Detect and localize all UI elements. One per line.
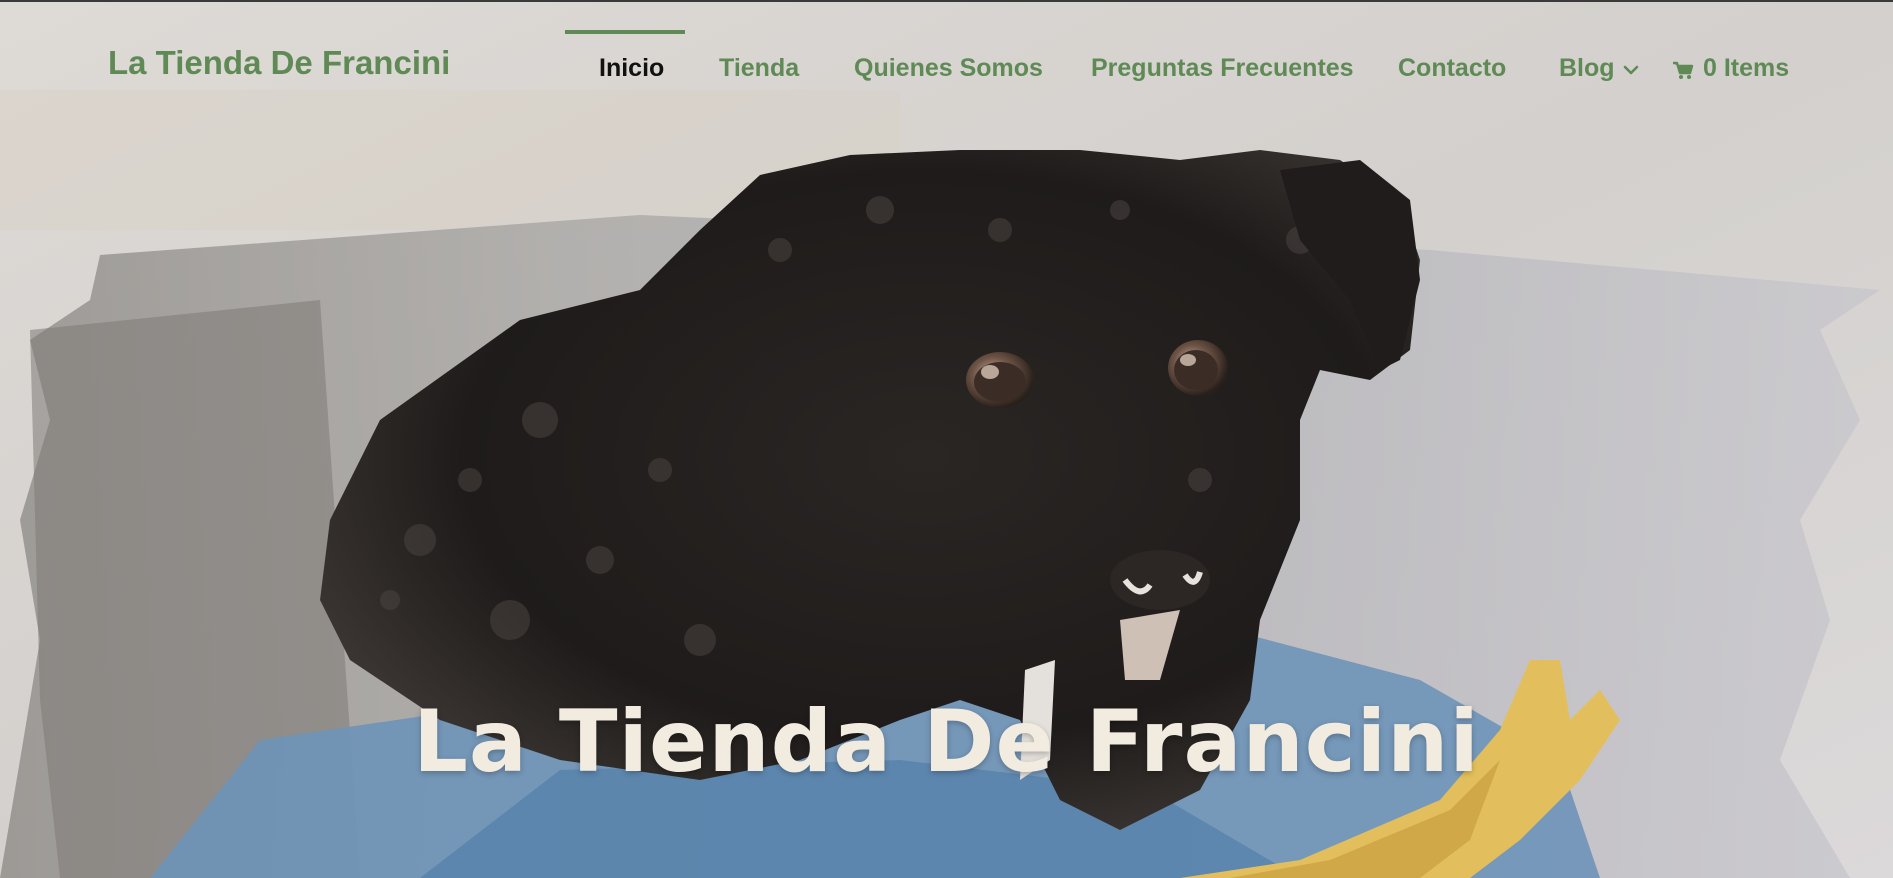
active-nav-indicator	[565, 30, 685, 34]
nav-item-inicio[interactable]: Inicio	[599, 54, 664, 83]
nav-item-quienes-somos[interactable]: Quienes Somos	[854, 54, 1043, 83]
nav-item-contacto[interactable]: Contacto	[1398, 54, 1506, 83]
chevron-down-icon[interactable]	[1623, 64, 1639, 76]
nav-item-blog[interactable]: Blog	[1559, 54, 1615, 83]
nav-item-preguntas-frecuentes[interactable]: Preguntas Frecuentes	[1091, 54, 1354, 83]
page: La Tienda De Francini Inicio Tienda Quie…	[0, 0, 1893, 878]
nav-item-tienda[interactable]: Tienda	[719, 54, 799, 83]
cart-items-count[interactable]: 0 Items	[1703, 54, 1789, 83]
cart-icon[interactable]	[1672, 60, 1694, 80]
hero-title: La Tienda De Francini	[413, 692, 1480, 792]
main-nav: Inicio Tienda Quienes Somos Preguntas Fr…	[0, 0, 1893, 110]
site-header: La Tienda De Francini Inicio Tienda Quie…	[0, 0, 1893, 110]
